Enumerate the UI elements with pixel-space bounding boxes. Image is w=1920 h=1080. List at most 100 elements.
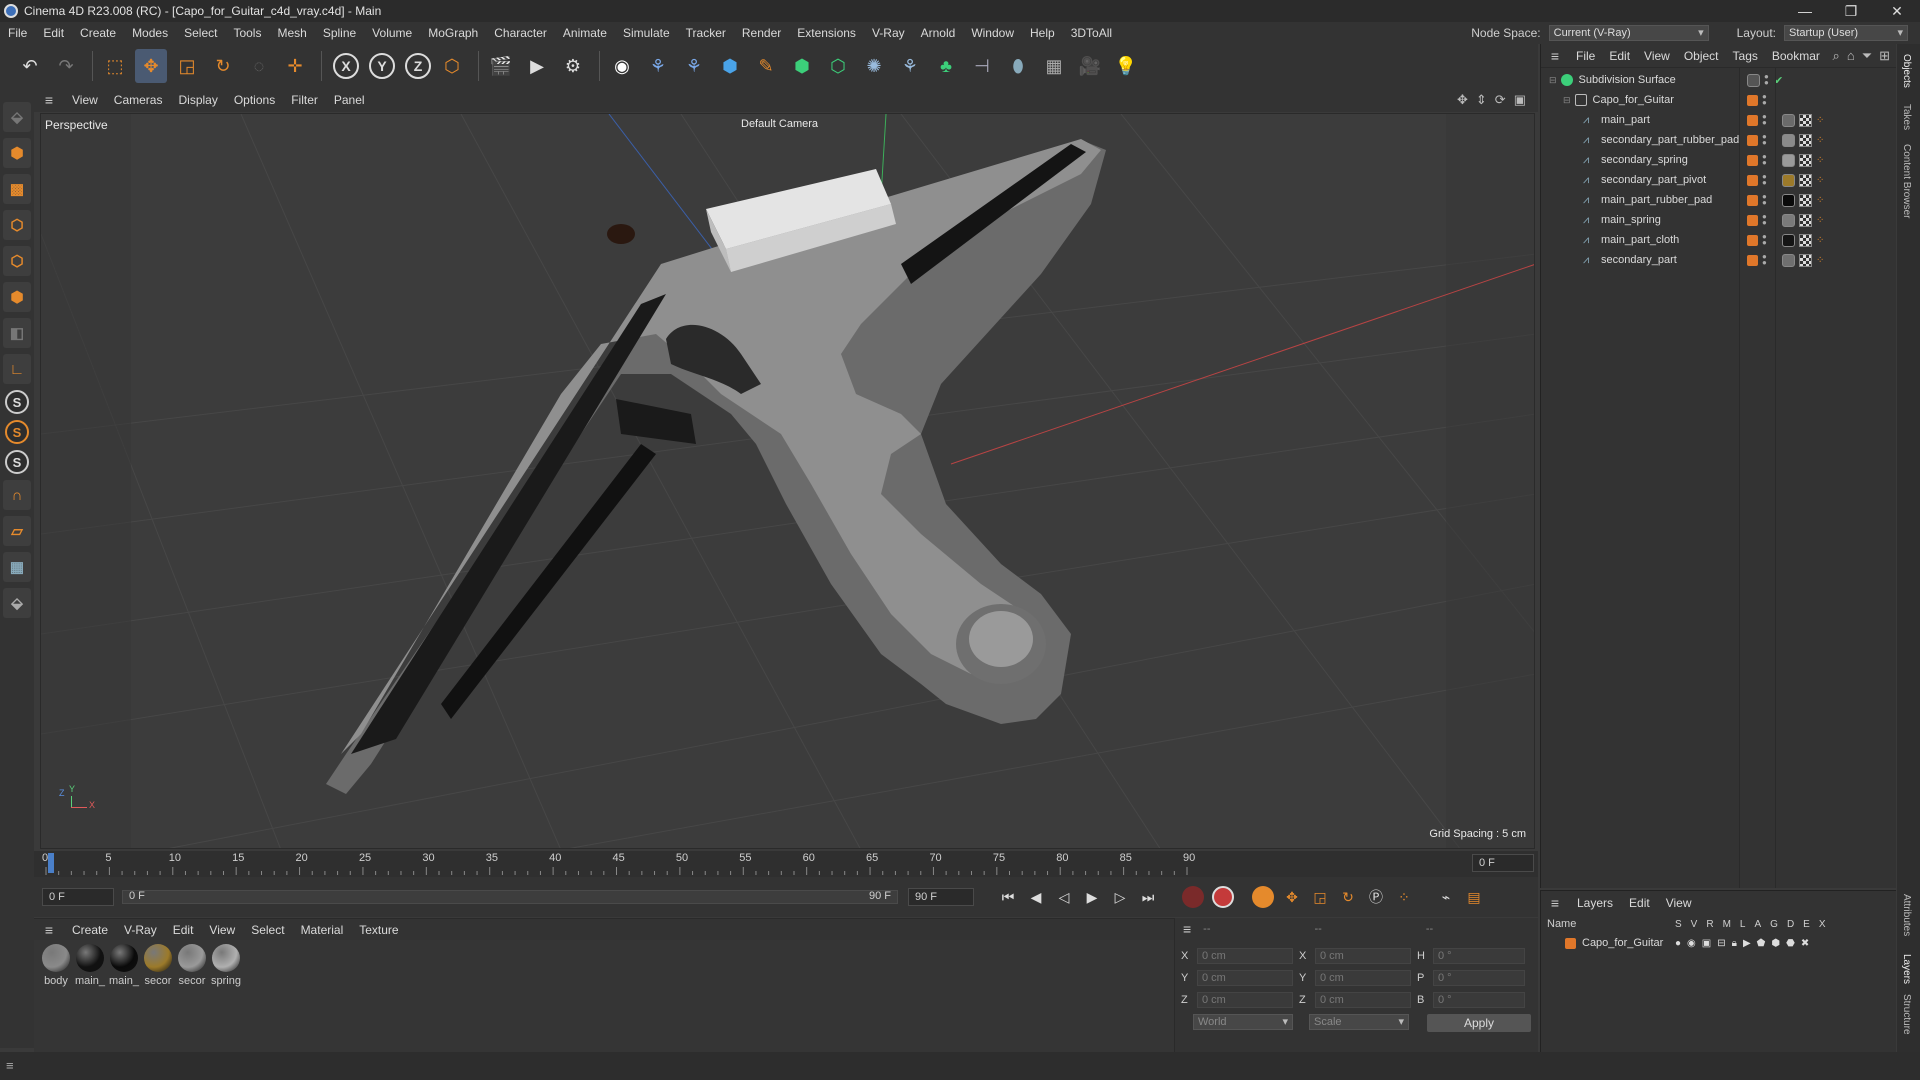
menu-character[interactable]: Character <box>486 26 555 40</box>
object-hamburger-icon[interactable]: ≡ <box>1541 48 1569 64</box>
layer-color-icon[interactable] <box>1747 194 1758 206</box>
menu-select[interactable]: Select <box>176 26 225 40</box>
menu-spline[interactable]: Spline <box>315 26 364 40</box>
collapse-icon[interactable]: ⊟ <box>1563 95 1571 106</box>
layer-color-icon[interactable] <box>1747 254 1758 266</box>
layers-menu-layers[interactable]: Layers <box>1569 896 1621 910</box>
menu-mesh[interactable]: Mesh <box>269 26 314 40</box>
object-menu-edit[interactable]: Edit <box>1602 49 1637 63</box>
dolly-view-icon[interactable]: ⇕ <box>1476 92 1487 108</box>
material-tag-icon[interactable] <box>1782 193 1795 207</box>
visibility-dots-icon[interactable]: ● ● <box>1762 153 1768 167</box>
record-active-objects-icon[interactable] <box>1182 886 1204 908</box>
vray-tag-icon[interactable]: ⁘ <box>1816 254 1829 267</box>
previous-keyframe-icon[interactable]: ◀︎ <box>1024 885 1048 909</box>
timeline-playhead[interactable] <box>48 853 54 873</box>
material-menu-texture[interactable]: Texture <box>351 923 406 937</box>
make-editable-icon[interactable]: ⬙ <box>3 102 31 132</box>
visibility-dots-icon[interactable]: ● ● <box>1762 133 1768 147</box>
material-menu-vray[interactable]: V-Ray <box>116 923 165 937</box>
rotation-h-field[interactable]: 0 ° <box>1433 948 1525 964</box>
render-settings-icon[interactable]: ⚙ <box>557 49 589 83</box>
menu-window[interactable]: Window <box>963 26 1022 40</box>
search-icon[interactable]: ⌕ <box>1833 48 1840 64</box>
material-tag-icon[interactable] <box>1782 113 1795 127</box>
object-row-capo-for-guitar[interactable]: ⊟ Capo_for_Guitar ● ● <box>1541 90 1897 110</box>
end-frame-field[interactable]: 90 F <box>908 888 974 906</box>
material-tag-icon[interactable] <box>1782 133 1795 147</box>
timeline-ruler[interactable]: 0 F 0 5 10 15 20 25 30 35 40 45 50 55 60 65 70 75 80 85 90 <box>34 851 1538 877</box>
vray-tag-icon[interactable]: ⁘ <box>1816 214 1829 227</box>
collapse-icon[interactable]: ⊟ <box>1549 75 1557 86</box>
3d-viewport[interactable]: Perspective Default Camera Grid Spacing … <box>40 113 1535 849</box>
go-to-end-icon[interactable]: ⏭ <box>1136 885 1160 909</box>
edges-mode-icon[interactable]: ⬡ <box>3 246 31 276</box>
object-menu-view[interactable]: View <box>1637 49 1677 63</box>
previous-frame-icon[interactable]: ◁ <box>1052 885 1076 909</box>
uvw-tag-icon[interactable] <box>1799 153 1812 167</box>
material-swatch[interactable]: spring <box>210 944 242 987</box>
expression-icon[interactable]: ⬣ <box>1786 938 1795 949</box>
point-level-key-icon[interactable]: ⁘ <box>1392 885 1416 909</box>
locked-workplane-icon[interactable]: ⬙ <box>3 588 31 618</box>
menu-volume[interactable]: Volume <box>364 26 420 40</box>
menu-arnold[interactable]: Arnold <box>913 26 964 40</box>
object-row-main-spring[interactable]: ⩘ main_spring ● ● ⁘ <box>1541 210 1897 230</box>
menu-simulate[interactable]: Simulate <box>615 26 678 40</box>
coordinate-mode-dropdown[interactable]: Scale <box>1309 1014 1409 1030</box>
visibility-dots-icon[interactable]: ● ● <box>1762 173 1768 187</box>
viewport-menu-cameras[interactable]: Cameras <box>106 93 171 107</box>
menu-animate[interactable]: Animate <box>555 26 615 40</box>
menu-file[interactable]: File <box>0 26 35 40</box>
apply-button[interactable]: Apply <box>1427 1014 1531 1032</box>
snap-settings-icon[interactable]: S <box>5 420 29 444</box>
material-tag-icon[interactable] <box>1782 153 1795 167</box>
vray-tag-icon[interactable]: ⁘ <box>1816 134 1829 147</box>
solo-dot-icon[interactable]: ● <box>1675 938 1681 949</box>
menu-tracker[interactable]: Tracker <box>678 26 734 40</box>
close-button[interactable]: ✕ <box>1874 0 1920 22</box>
material-swatch[interactable]: main_ <box>74 944 106 987</box>
size-x-field[interactable]: 0 cm <box>1315 948 1411 964</box>
material-swatch[interactable]: secor <box>142 944 174 987</box>
layer-color-swatch[interactable] <box>1565 937 1576 949</box>
floor-icon[interactable]: ▦ <box>1038 49 1070 83</box>
pan-view-icon[interactable]: ✥ <box>1457 92 1468 108</box>
rotate-tool-icon[interactable]: ↻ <box>207 49 239 83</box>
vray-tag-icon[interactable]: ⁘ <box>1816 174 1829 187</box>
undo-icon[interactable]: ↶ <box>14 49 46 83</box>
camera-icon[interactable]: 🎥 <box>1074 49 1106 83</box>
material-menu-select[interactable]: Select <box>243 923 292 937</box>
texture-mode-icon[interactable]: ▩ <box>3 174 31 204</box>
uvw-tag-icon[interactable] <box>1799 193 1812 207</box>
layer-color-icon[interactable] <box>1747 114 1758 126</box>
live-selection-icon[interactable]: ⬚ <box>99 49 131 83</box>
redo-icon[interactable]: ↷ <box>50 49 82 83</box>
object-menu-object[interactable]: Object <box>1677 49 1726 63</box>
object-row-secondary-part-rubber-pad[interactable]: ⩘ secondary_part_rubber_pad ● ● ⁘ <box>1541 130 1897 150</box>
transform-tool-icon[interactable]: ✛ <box>279 49 311 83</box>
visibility-dots-icon[interactable]: ● ● <box>1762 93 1768 107</box>
coordinate-space-dropdown[interactable]: World <box>1193 1014 1293 1030</box>
z-axis-lock-button[interactable]: Z <box>405 53 431 79</box>
material-swatch[interactable]: body <box>40 944 72 987</box>
viewport-menu-options[interactable]: Options <box>226 93 283 107</box>
uvw-tag-icon[interactable] <box>1799 113 1812 127</box>
material-menu-create[interactable]: Create <box>64 923 116 937</box>
size-y-field[interactable]: 0 cm <box>1315 970 1411 986</box>
layer-color-icon[interactable] <box>1747 174 1758 186</box>
object-row-secondary-spring[interactable]: ⩘ secondary_spring ● ● ⁘ <box>1541 150 1897 170</box>
play-icon[interactable]: ▶ <box>1080 885 1104 909</box>
size-z-field[interactable]: 0 cm <box>1315 992 1411 1008</box>
minimize-button[interactable]: — <box>1782 0 1828 22</box>
menu-help[interactable]: Help <box>1022 26 1063 40</box>
tab-takes[interactable]: Takes <box>1901 104 1912 130</box>
position-key-icon[interactable]: ✥ <box>1280 885 1304 909</box>
status-menu-icon[interactable]: ≡ <box>6 1058 14 1073</box>
layer-color-icon[interactable] <box>1747 214 1758 226</box>
layout-dropdown[interactable]: Startup (User) <box>1784 25 1908 41</box>
cube-object-icon[interactable]: ⬢ <box>714 49 746 83</box>
cloner-icon[interactable]: ✺ <box>858 49 890 83</box>
position-y-field[interactable]: 0 cm <box>1197 970 1293 986</box>
material-swatch[interactable]: main_ <box>108 944 140 987</box>
